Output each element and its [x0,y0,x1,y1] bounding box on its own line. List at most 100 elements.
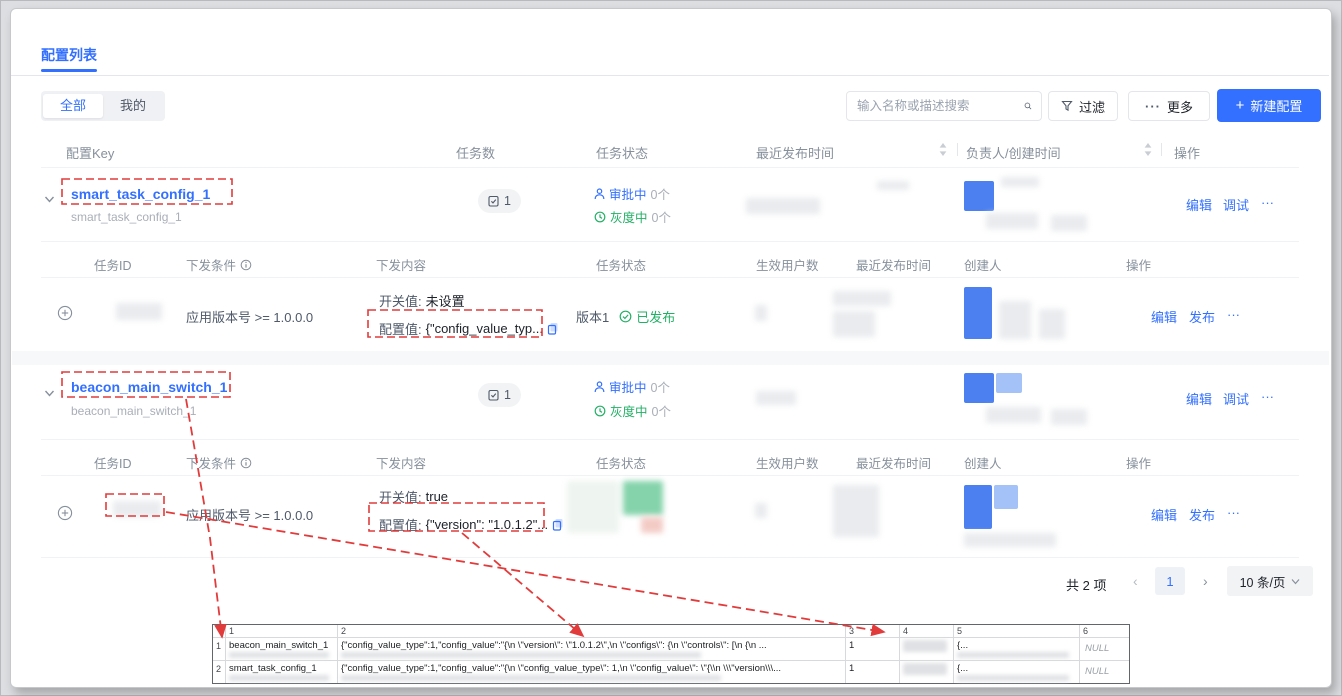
tab-mine[interactable]: 我的 [103,94,163,118]
col-header-task-status: 任务状态 [596,143,648,162]
sub-publish-action[interactable]: 发布 [1189,307,1215,326]
db-cell-null[interactable]: NULL [1085,643,1125,654]
sub-edit-action[interactable]: 编辑 [1151,307,1177,326]
config-key-link[interactable]: beacon_main_switch_1 [71,379,227,395]
db-col-header[interactable]: 4 [903,626,908,636]
config-description: smart_task_config_1 [71,210,182,224]
db-cell-json[interactable]: {"config_value_type":1,"config_value":"{… [341,663,843,674]
filter-label: 过滤 [1079,97,1105,116]
db-cell-null[interactable]: NULL [1085,666,1125,677]
db-cell-type[interactable]: 1 [849,663,895,674]
sub-col-actions: 操作 [1126,453,1151,472]
sub-col-actions: 操作 [1126,255,1151,274]
create-config-button[interactable]: + 新建配置 [1217,89,1321,122]
sub-col-condition: 下发条件 [186,453,252,472]
db-col-header[interactable]: 2 [341,626,346,636]
redacted-publish-time [833,291,891,306]
sort-icon[interactable] [1144,143,1152,156]
db-col-header[interactable]: 5 [957,626,962,636]
plus-icon: + [1236,98,1245,113]
tab-config-list[interactable]: 配置列表 [41,45,97,65]
expand-circle-icon[interactable] [57,505,73,521]
condition-value: 应用版本号 >= 1.0.0.0 [186,505,313,524]
status-gray-count: 0个 [652,207,671,226]
col-header-config-key: 配置Key [66,143,114,162]
page-size-value: 10 条/页 [1240,572,1286,591]
screen: 配置列表 全部 我的 过滤 ··· 更多 + 新建配置 配置Key 任务数 [0,0,1342,696]
switch-value-row: 开关值: true [379,487,448,506]
info-icon[interactable] [240,259,252,271]
sub-col-creator: 创建人 [964,255,1002,274]
search-input[interactable] [847,99,1024,113]
task-count-value: 1 [504,194,511,208]
db-result-grid: 1 2 3 4 5 6 1 beacon_main_switch_1 {"con… [212,624,1130,684]
more-actions[interactable]: ··· [1261,389,1274,404]
chevron-down-icon[interactable] [44,195,55,204]
config-value: {"config_value_typ... [426,321,543,336]
sub-publish-action[interactable]: 发布 [1189,505,1215,524]
redacted-create-time [1051,215,1087,231]
sort-icon[interactable] [939,143,947,156]
expand-circle-icon[interactable] [57,305,73,321]
debug-action[interactable]: 调试 [1223,195,1249,214]
col-header-owner: 负责人/创建时间 [966,143,1061,162]
config-value-label: 配置值: [379,319,422,338]
status-approving: 审批中 0个 [594,184,670,203]
clock-icon [594,405,606,417]
avatar [964,181,994,211]
filter-button[interactable]: 过滤 [1048,91,1118,121]
pagination-prev[interactable]: ‹ [1133,573,1138,589]
edit-action[interactable]: 编辑 [1186,195,1212,214]
search-icon[interactable] [1024,99,1032,113]
debug-action[interactable]: 调试 [1223,389,1249,408]
status-gray-label: 灰度中 [610,207,648,226]
sub-col-publish-time: 最近发布时间 [856,453,931,472]
more-button[interactable]: ··· 更多 [1128,91,1210,121]
copy-icon[interactable] [552,518,564,531]
info-icon[interactable] [240,457,252,469]
pagination-page-1[interactable]: 1 [1155,567,1185,595]
header-divider-bar [957,143,958,156]
redacted-owner-name [1001,177,1039,187]
version-label: 版本1 [576,307,609,326]
switch-value: 未设置 [426,291,465,310]
more-actions[interactable]: ··· [1261,195,1274,210]
person-icon [594,381,605,393]
redacted-publish-time [833,311,875,337]
condition-value: 应用版本号 >= 1.0.0.0 [186,307,313,326]
db-col-header[interactable]: 1 [229,626,234,636]
chevron-down-icon[interactable] [44,389,55,398]
avatar [964,485,992,529]
funnel-icon [1061,100,1073,112]
db-cell-key[interactable]: beacon_main_switch_1 [229,640,335,651]
edit-action[interactable]: 编辑 [1186,389,1212,408]
config-value-row: 配置值: {"config_value_typ... [379,319,559,338]
sub-edit-action[interactable]: 编辑 [1151,505,1177,524]
db-col-header[interactable]: 3 [849,626,854,636]
sub-col-status: 任务状态 [596,453,646,472]
task-count-badge: 1 [478,383,521,407]
switch-label: 开关值: [379,291,422,310]
pagination-next[interactable]: › [1203,573,1208,589]
db-cell-meta[interactable]: {... [957,663,1075,674]
status-approving-count: 0个 [651,184,670,203]
sub-col-active-users: 生效用户数 [756,453,819,472]
tab-all[interactable]: 全部 [43,94,103,118]
status-approving-count: 0个 [651,377,670,396]
sub-col-publish-time: 最近发布时间 [856,255,931,274]
config-key-link[interactable]: smart_task_config_1 [71,186,210,202]
config-value: {"version": "1.0.1.2"... [426,517,549,532]
sub-more-actions[interactable]: ··· [1227,505,1240,520]
db-col-header[interactable]: 6 [1083,626,1088,636]
page-size-select[interactable]: 10 条/页 [1227,566,1313,596]
copy-icon[interactable] [547,322,559,335]
db-cell-key[interactable]: smart_task_config_1 [229,663,335,674]
sub-more-actions[interactable]: ··· [1227,307,1240,322]
redacted-creator [964,533,1056,547]
switch-value: true [426,489,448,504]
sub-col-active-users: 生效用户数 [756,255,819,274]
db-cell-json[interactable]: {"config_value_type":1,"config_value":"{… [341,640,843,651]
db-cell-meta[interactable]: {... [957,640,1075,651]
sub-col-content: 下发内容 [376,453,426,472]
db-cell-type[interactable]: 1 [849,640,895,651]
